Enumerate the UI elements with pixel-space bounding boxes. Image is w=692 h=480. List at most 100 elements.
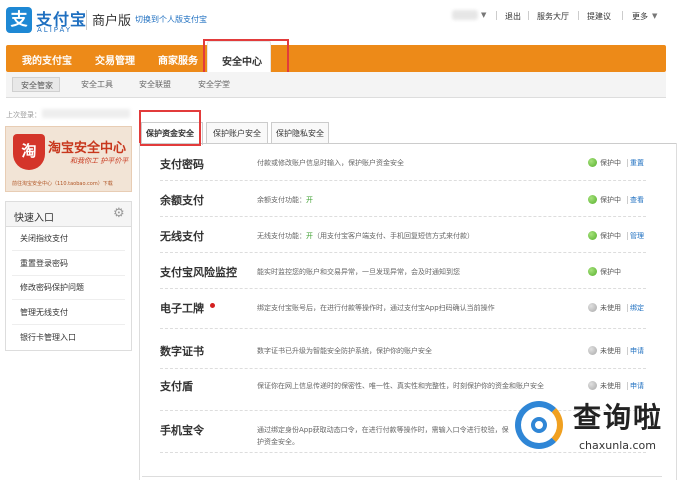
feedback-link[interactable]: 提建议 — [587, 11, 611, 22]
status-dot-green-icon — [588, 267, 597, 276]
subnav-security-alliance[interactable]: 安全联盟 — [139, 79, 171, 90]
risk-monitor-title: 支付宝风险监控 — [160, 266, 237, 279]
logout-link[interactable]: 退出 — [505, 11, 521, 22]
payment-password-title: 支付密码 — [160, 158, 204, 171]
apply-digital-certificate-link[interactable]: 申请 — [630, 346, 644, 356]
tab-privacy-security[interactable]: 保护隐私安全 — [271, 122, 329, 143]
status-dot-green-icon — [588, 231, 597, 240]
status-dot-green-icon — [588, 195, 597, 204]
subnav-security-school[interactable]: 安全学堂 — [198, 79, 230, 90]
service-hall-link[interactable]: 服务大厅 — [537, 11, 569, 22]
main-navigation: 我的支付宝 交易管理 商家服务 — [6, 45, 666, 72]
balance-payment-status: 保护中 — [600, 196, 621, 204]
wireless-payment-title: 无线支付 — [160, 230, 204, 243]
status-dot-green-icon — [588, 158, 597, 167]
row-divider — [160, 216, 646, 217]
payment-password-status: 保护中 — [600, 159, 621, 167]
divider — [496, 11, 497, 20]
quick-entry-title: 快速入口 — [14, 213, 54, 224]
last-login-redacted — [42, 109, 130, 118]
chaxunla-watermark: 查询啦 chaxunla.com — [509, 395, 692, 463]
balance-payment-desc-text: 余额支付功能： — [257, 196, 306, 204]
top-header: 支 支付宝 ALIPAY 商户版 切换到个人版支付宝 ▼ 退出 服务大厅 提建议… — [0, 0, 692, 38]
watermark-url: chaxunla.com — [579, 439, 656, 452]
alipay-logo-icon[interactable]: 支 — [6, 7, 32, 33]
divider — [622, 11, 623, 20]
payment-shield-title: 支付盾 — [160, 380, 193, 393]
e-badge-desc: 绑定支付宝账号后，在进行付款等操作时，通过支付宝App扫码确认当前操作 — [257, 304, 495, 312]
mobile-token-title: 手机宝令 — [160, 424, 204, 437]
switch-to-personal-link[interactable]: 切换到个人版支付宝 — [135, 14, 207, 25]
subnav-security-tools[interactable]: 安全工具 — [81, 79, 113, 90]
subnav-security-butler[interactable]: 安全管家 — [12, 77, 60, 92]
wireless-payment-desc: 无线支付功能：开（用支付宝客户端支付、手机回复短信方式来付款） — [257, 230, 587, 242]
quick-entry-header: 快速入口 ⚙ — [6, 202, 131, 227]
row-divider — [160, 368, 646, 369]
quick-item-disable-fingerprint[interactable]: 关闭指纹支付 — [20, 233, 68, 244]
divider — [627, 347, 628, 355]
digital-certificate-desc: 数字证书已升级为智能安全防护系统，保护你的账户安全 — [257, 347, 432, 355]
nav-trade-management[interactable]: 交易管理 — [95, 52, 135, 67]
divider — [627, 382, 628, 390]
nav-security-center[interactable]: 安全中心 — [207, 41, 271, 72]
balance-payment-desc: 余额支付功能：开 — [257, 194, 587, 206]
apply-payment-shield-link[interactable]: 申请 — [630, 381, 644, 391]
taobao-shield-icon: 淘 — [13, 134, 45, 170]
view-balance-payment-link[interactable]: 查看 — [630, 195, 644, 205]
tab-privacy-security-label: 保护隐私安全 — [276, 129, 324, 138]
quick-entry-panel: 快速入口 ⚙ 关闭指纹支付 重置登录密码 修改密码保护问题 管理无线支付 银行卡… — [5, 201, 132, 351]
quick-item-reset-login-password[interactable]: 重置登录密码 — [20, 258, 68, 269]
last-login-label: 上次登录： — [6, 111, 41, 119]
watermark-text: 查询啦 — [573, 401, 664, 434]
divider — [627, 232, 628, 240]
row-divider — [160, 180, 646, 181]
alipay-logo-subtext: ALIPAY — [37, 26, 73, 34]
status-dot-gray-icon — [588, 303, 597, 312]
payment-shield-desc: 保证你在网上信息传递时的保密性、唯一性、真实性和完整性，时刻保护你的资金和账户安… — [257, 382, 544, 390]
divider — [12, 250, 125, 251]
tab-account-security[interactable]: 保护账户安全 — [206, 122, 268, 143]
row-divider — [160, 288, 646, 289]
row-divider — [160, 252, 646, 253]
e-badge-title: 电子工牌 — [160, 302, 204, 315]
mobile-token-desc: 通过绑定身份App获取动态口令，在进行付款等操作时，需输入口令进行校验，保护资金… — [257, 426, 509, 446]
status-dot-gray-icon — [588, 381, 597, 390]
wireless-payment-desc-text: 无线支付功能： — [257, 232, 306, 240]
merchant-edition-title: 商户版 — [92, 14, 132, 29]
new-indicator-dot-icon — [210, 303, 215, 308]
divider — [627, 304, 628, 312]
reset-payment-password-link[interactable]: 重置 — [630, 158, 644, 168]
divider — [627, 159, 628, 167]
more-chevron-icon[interactable]: ▼ — [652, 12, 657, 20]
balance-payment-title: 余额支付 — [160, 194, 204, 207]
e-badge-status: 未使用 — [600, 304, 621, 312]
manage-wireless-payment-link[interactable]: 管理 — [630, 231, 644, 241]
divider — [528, 11, 529, 20]
divider — [627, 196, 628, 204]
divider — [12, 324, 125, 325]
risk-monitor-status: 保护中 — [600, 268, 621, 276]
more-menu[interactable]: 更多 — [632, 11, 648, 22]
quick-item-wireless-payment[interactable]: 管理无线支付 — [20, 307, 68, 318]
wireless-payment-on-text: 开 — [306, 232, 313, 240]
payment-password-desc: 付款或修改账户信息时输入，保护账户资金安全 — [257, 159, 404, 167]
divider — [12, 275, 125, 276]
gear-icon[interactable]: ⚙ — [113, 206, 125, 221]
quick-item-bank-card[interactable]: 银行卡管理入口 — [20, 332, 76, 343]
digital-certificate-title: 数字证书 — [160, 345, 204, 358]
risk-monitor-desc: 能实时监控您的账户和交易异常，一旦发现异常，会及时通知到您 — [257, 268, 460, 276]
quick-item-security-question[interactable]: 修改密码保护问题 — [20, 282, 84, 293]
user-menu-chevron-icon[interactable]: ▼ — [481, 11, 486, 19]
banner-slogan: 和我你工 护平价平 — [70, 157, 129, 165]
balance-payment-on-text: 开 — [306, 196, 313, 204]
tab-fund-security[interactable]: 保护资金安全 — [141, 122, 203, 145]
wireless-payment-status: 保护中 — [600, 232, 621, 240]
subnav-security-butler-label: 安全管家 — [21, 81, 53, 90]
nav-my-alipay[interactable]: 我的支付宝 — [22, 52, 72, 67]
sub-navigation: 安全工具 安全联盟 安全学堂 — [6, 72, 666, 98]
bind-e-badge-link[interactable]: 绑定 — [630, 303, 644, 313]
payment-shield-status: 未使用 — [600, 382, 621, 390]
taobao-security-banner[interactable]: 淘 淘宝安全中心 和我你工 护平价平 前往淘宝安全中心（110.taobao.c… — [5, 126, 132, 192]
nav-merchant-service[interactable]: 商家服务 — [158, 52, 198, 67]
user-name-redacted[interactable] — [452, 10, 478, 20]
